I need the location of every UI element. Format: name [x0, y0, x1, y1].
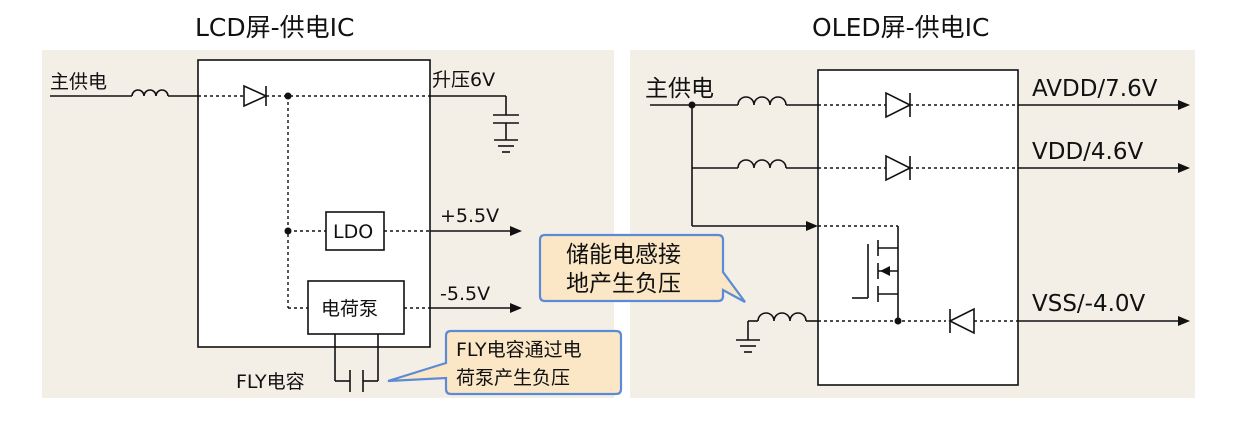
lcd-panel: LCD屏-供电IC 主供电 升压6V LDO +5.5V 电荷泵 -5.5V F… [42, 13, 623, 398]
lcd-pos-out-label: +5.5V [440, 205, 499, 227]
oled-vdd-label: VDD/4.6V [1032, 139, 1143, 165]
lcd-callout-line-1: FLY电容通过电 [456, 339, 582, 361]
lcd-main-supply-label: 主供电 [50, 71, 107, 93]
lcd-title: LCD屏-供电IC [195, 13, 355, 42]
lcd-callout-line-2: 荷泵产生负压 [456, 367, 570, 389]
oled-vss-node [894, 317, 902, 325]
oled-avdd-label: AVDD/7.6V [1032, 76, 1158, 102]
oled-callout-line-2: 地产生负压 [566, 271, 681, 297]
oled-panel: OLED屏-供电IC 主供电 AVDD/7.6V VDD/4.6V VSS/-4… [538, 13, 1195, 398]
lcd-fly-cap-label: FLY电容 [236, 371, 305, 393]
power-ic-diagram: LCD屏-供电IC 主供电 升压6V LDO +5.5V 电荷泵 -5.5V F… [42, 13, 1195, 398]
lcd-boost-label: 升压6V [432, 69, 495, 91]
lcd-neg-out-label: -5.5V [440, 283, 490, 305]
oled-main-supply-label: 主供电 [645, 76, 714, 102]
oled-callout-line-1: 储能电感接 [566, 242, 681, 268]
lcd-ldo-label: LDO [333, 221, 373, 243]
oled-title: OLED屏-供电IC [812, 13, 990, 42]
lcd-charge-pump-label: 电荷泵 [321, 298, 378, 320]
oled-vss-label: VSS/-4.0V [1032, 291, 1146, 317]
oled-ic-box [817, 69, 1019, 386]
